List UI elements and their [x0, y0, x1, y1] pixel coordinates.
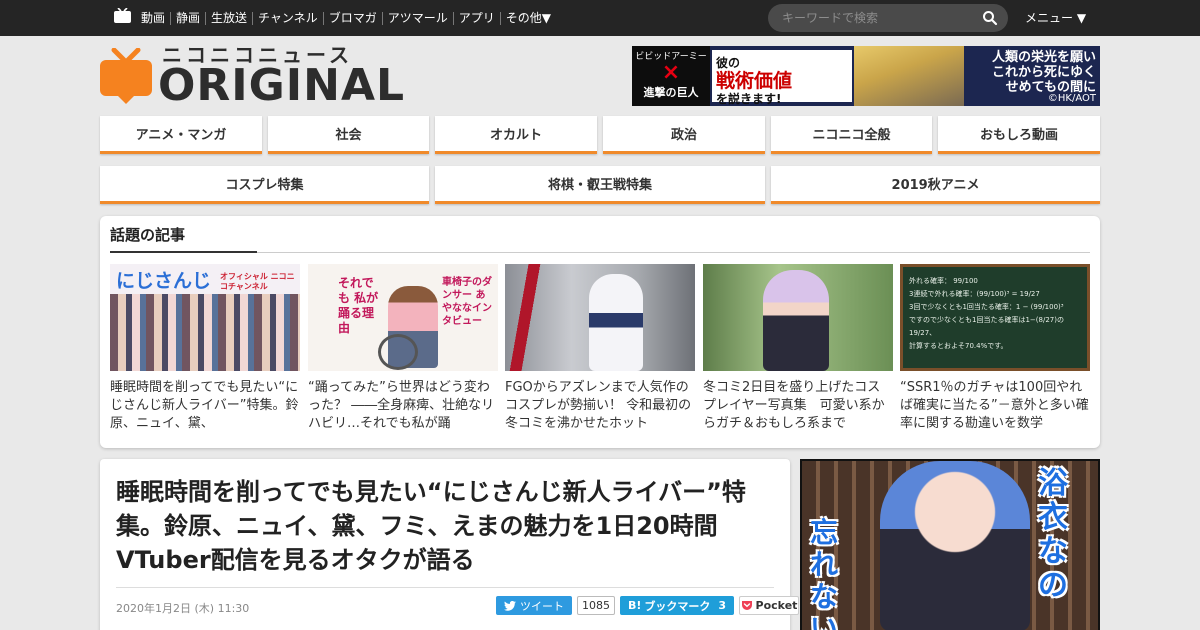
tweet-label: ツイート: [520, 599, 564, 613]
global-nav: 動画 静画 生放送 チャンネル ブロマガ アツマール アプリ その他▼: [136, 0, 556, 36]
prop-image: [505, 264, 545, 371]
article-card[interactable]: 外れる確率： 99/100 3連続で外れる確率：(99/100)³ = 19/2…: [900, 264, 1090, 433]
article-thumbnail: [703, 264, 893, 371]
pocket-button[interactable]: Pocket: [739, 596, 799, 615]
nav-live[interactable]: 生放送: [205, 11, 252, 25]
cosplayer-image: [589, 274, 643, 371]
category-cosplay[interactable]: コスプレ特集: [100, 166, 429, 204]
article-card[interactable]: にじさんじ オフィシャル ニコニコチャンネル 睡眠時間を削ってでも見たい“にじさ…: [110, 264, 300, 433]
banner-game-logo: ビビッドアーミー × 進撃の巨人: [632, 46, 710, 106]
nav-app[interactable]: アプリ: [452, 11, 500, 25]
nav-atsumaru[interactable]: アツマール: [381, 11, 453, 25]
search-icon[interactable]: [982, 10, 998, 26]
hatena-b-icon: B!: [627, 599, 642, 612]
trending-articles: 話題の記事 にじさんじ オフィシャル ニコニコチャンネル 睡眠時間を削ってでも見…: [100, 216, 1100, 448]
nav-channel[interactable]: チャンネル: [252, 11, 323, 25]
ad-text: 忘れない: [810, 516, 839, 630]
nav-seiga[interactable]: 静画: [170, 11, 205, 25]
article-thumbnail: それでも 私が踊る理由 車椅子のダンサー あやななインタビュー: [308, 264, 498, 371]
article-thumbnail: [505, 264, 695, 371]
category-anime-2019-autumn[interactable]: 2019秋アニメ: [771, 166, 1100, 204]
nav-more[interactable]: その他▼: [499, 11, 556, 25]
tweet-count: 1085: [577, 596, 615, 615]
category-niconico[interactable]: ニコニコ全般: [771, 116, 932, 154]
category-shogi[interactable]: 将棋・叡王戦特集: [435, 166, 765, 204]
side-banner-ad[interactable]: 浴衣なの 忘れない: [800, 459, 1100, 630]
wheelchair-image: [378, 334, 418, 370]
article-card-title: 冬コミ2日目を盛り上げたコスプレイヤー写真集 可愛い系からガチ＆おもしろ系まで: [703, 380, 885, 431]
banner-quote: 人類の栄光を願い これから死にゆく せめてもの間に: [991, 50, 1096, 95]
article-card[interactable]: それでも 私が踊る理由 車椅子のダンサー あやななインタビュー “踊ってみた”ら…: [308, 264, 498, 433]
article-card-title: FGOからアズレンまで人気作のコスプレが勢揃い！ 令和最初の冬コミを沸かせたホッ…: [505, 380, 692, 431]
search-input[interactable]: [782, 4, 972, 32]
article-date: 2020年1月2日 (木) 11:30: [116, 602, 250, 615]
divider: [116, 587, 774, 588]
category-anime-manga[interactable]: アニメ・マンガ: [100, 116, 262, 154]
site-logo[interactable]: ニコニコニュース ORIGINAL: [100, 44, 404, 108]
hatena-bookmark-button[interactable]: B! ブックマーク 3: [620, 596, 734, 615]
article-card[interactable]: 冬コミ2日目を盛り上げたコスプレイヤー写真集 可愛い系からガチ＆おもしろ系まで: [703, 264, 893, 433]
article-card[interactable]: FGOからアズレンまで人気作のコスプレが勢揃い！ 令和最初の冬コミを沸かせたホッ…: [505, 264, 695, 433]
article-thumbnail: にじさんじ オフィシャル ニコニコチャンネル: [110, 264, 300, 371]
cosplayer-image: [763, 270, 829, 371]
global-topbar: 動画 静画 生放送 チャンネル ブロマガ アツマール アプリ その他▼ メニュー…: [0, 0, 1200, 36]
niconico-tv-icon[interactable]: [114, 8, 131, 23]
nav-video[interactable]: 動画: [136, 11, 170, 25]
divider-accent: [110, 251, 257, 253]
divider: [110, 252, 1090, 253]
pocket-label: Pocket: [755, 599, 798, 612]
logo-title: ORIGINAL: [158, 60, 406, 111]
twitter-bird-icon: [504, 600, 516, 611]
ad-text: 浴衣なの: [1038, 466, 1068, 603]
nav-blomaga[interactable]: ブロマガ: [322, 11, 382, 25]
category-funny-video[interactable]: おもしろ動画: [938, 116, 1100, 154]
tweet-button[interactable]: ツイート: [496, 596, 572, 615]
article-thumbnail: 外れる確率： 99/100 3連続で外れる確率：(99/100)³ = 19/2…: [900, 264, 1090, 371]
banner-character-image: [854, 46, 964, 106]
article-card-title: “SSR1％のガチャは100回やれば確実に当たる”－意外と多い確率に関する勘違い…: [900, 380, 1089, 431]
chalkboard-formula: 外れる確率： 99/100 3連続で外れる確率：(99/100)³ = 19/2…: [909, 277, 1064, 350]
hatena-label: ブックマーク: [644, 599, 711, 613]
article-card-title: 睡眠時間を削ってでも見たい“にじさんじ新人ライバー”特集。鈴原、ニュイ、黛、: [110, 380, 299, 431]
niconico-tv-logo-icon: [100, 48, 152, 104]
article-card-title: “踊ってみた”ら世界はどう変わった？ ――全身麻痺、壮絶なリハビリ…それでも私が…: [308, 380, 495, 431]
article-title: 睡眠時間を削ってでも見たい“にじさんじ新人ライバー”特集。鈴原、ニュイ、黛、フミ…: [116, 478, 746, 574]
category-politics[interactable]: 政治: [603, 116, 765, 154]
liver-group-image: [110, 294, 300, 371]
pocket-icon: [741, 601, 752, 610]
top-banner-ad[interactable]: ビビッドアーミー × 進撃の巨人 彼の 戦術価値 を説きます! 人類の栄光を願い…: [632, 46, 1100, 106]
banner-headline: 彼の 戦術価値 を説きます!: [712, 50, 852, 106]
trending-title: 話題の記事: [110, 226, 186, 244]
category-society[interactable]: 社会: [268, 116, 429, 154]
search-box: [768, 4, 1008, 32]
ad-character-image: [880, 461, 1030, 630]
banner-copyright: ©HK/AOT: [1047, 93, 1096, 104]
menu-button[interactable]: メニュー ▼: [1025, 0, 1086, 36]
category-occult[interactable]: オカルト: [435, 116, 597, 154]
main-article: 睡眠時間を削ってでも見たい“にじさんじ新人ライバー”特集。鈴原、ニュイ、黛、フミ…: [100, 459, 821, 630]
hatena-count: 3: [718, 599, 727, 612]
